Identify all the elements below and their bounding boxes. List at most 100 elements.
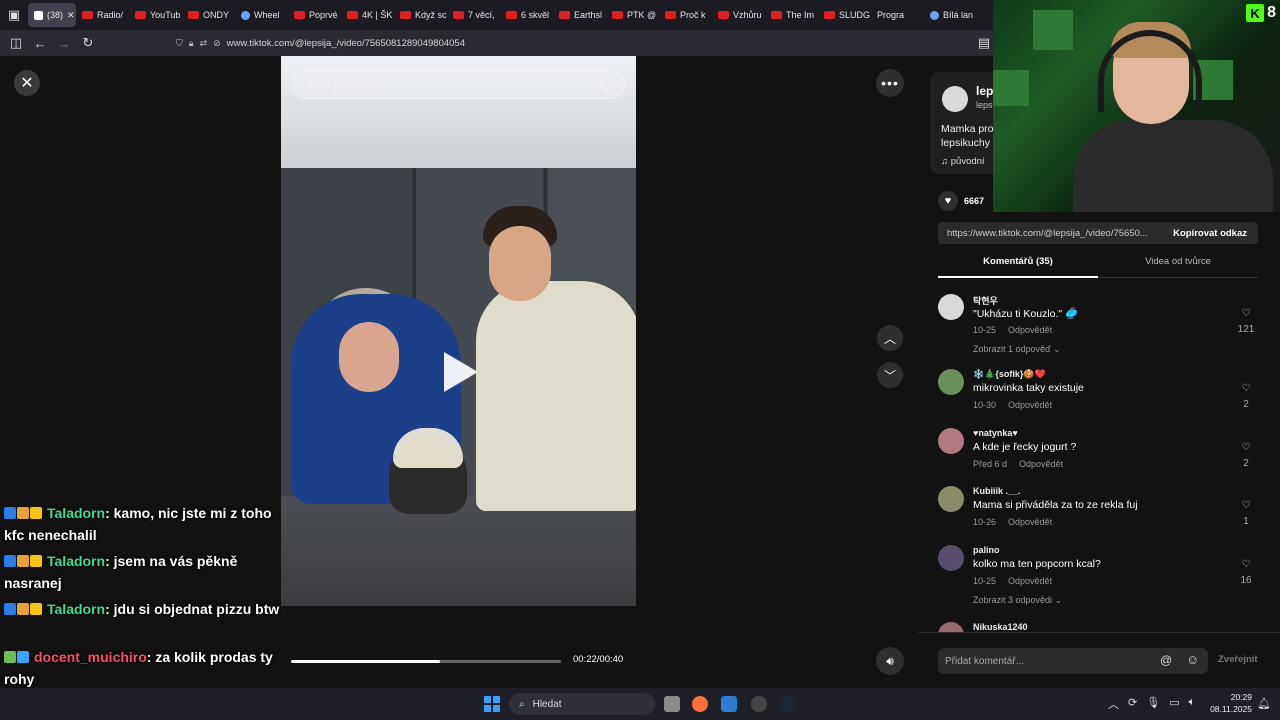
comment-username[interactable]: ❄️🎄{sofik}🍪❤️	[973, 369, 1046, 380]
taskbar-search[interactable]: ⌕ Hledat	[509, 693, 655, 715]
steam-icon[interactable]	[780, 696, 796, 712]
sync-icon[interactable]: ⟳	[1128, 696, 1137, 712]
commenter-avatar[interactable]	[938, 545, 964, 571]
browser-tab[interactable]: 6 skvěl	[500, 3, 553, 27]
comment-username[interactable]: palino	[973, 545, 1000, 555]
view-replies-button[interactable]: Zobrazit 3 odpovědi ⌄	[973, 595, 1062, 606]
browser-tab[interactable]: Wheel	[235, 3, 288, 27]
chat-username[interactable]: docent_muichiro	[34, 649, 147, 665]
taskbar-search-label: Hledat	[532, 698, 562, 710]
browser-tab[interactable]: (38) ✕	[28, 3, 76, 27]
chat-username[interactable]: Taladorn	[47, 553, 105, 569]
tab-list-icon[interactable]: ▣	[0, 0, 28, 30]
browser-tab[interactable]: YouTub	[129, 3, 182, 27]
close-tab-icon[interactable]: ✕	[67, 10, 75, 21]
description-line[interactable]: lepsikuchy	[941, 136, 994, 150]
comment-username[interactable]: 탁현우	[973, 294, 998, 307]
browser-tab[interactable]: Poprvé	[288, 3, 341, 27]
chat-username[interactable]: Taladorn	[47, 505, 105, 521]
comment-like-count: 16	[1240, 575, 1252, 586]
video-player[interactable]: Najdi podobný obsah 00:22/00:40	[281, 56, 636, 688]
progress-fill	[291, 660, 440, 663]
sound-link[interactable]: ♫ původní	[941, 156, 985, 167]
browser-tab[interactable]: SLUDG	[818, 3, 871, 27]
mention-icon[interactable]: @	[1160, 653, 1172, 667]
address-bar[interactable]: ⛉ 🔒︎ ⇄ ⊘ www.tiktok.com/@lepsija_/video/…	[176, 32, 996, 54]
chat-badge-icon	[4, 555, 16, 567]
comment-like-icon[interactable]: ♡	[1234, 383, 1258, 394]
forward-button[interactable]: →	[52, 31, 76, 55]
reply-button[interactable]: Odpovědět	[1019, 459, 1063, 469]
chat-badge-icon	[4, 651, 16, 663]
author-avatar[interactable]	[942, 86, 968, 112]
post-button[interactable]: Zveřejnit	[1218, 654, 1258, 665]
reply-button[interactable]: Odpovědět	[1008, 400, 1052, 410]
task-view-icon[interactable]	[664, 696, 680, 712]
progress-bar[interactable]	[291, 660, 561, 663]
play-icon[interactable]	[444, 352, 478, 392]
browser-tab[interactable]: Vzhůru	[712, 3, 765, 27]
search-icon: ⌕	[519, 698, 525, 710]
chat-username[interactable]: Taladorn	[47, 601, 105, 617]
emoji-icon[interactable]: ☺	[1186, 652, 1199, 667]
search-icon[interactable]	[601, 78, 613, 90]
browser-tab[interactable]: 4K | ŠK	[341, 3, 394, 27]
copy-link-button[interactable]: Kopírovat odkaz	[1162, 222, 1258, 244]
firefox-icon[interactable]	[692, 696, 708, 712]
kick-logo: K 8	[1246, 4, 1276, 22]
reply-button[interactable]: Odpovědět	[1008, 576, 1052, 586]
notification-icon[interactable]: 🔔︎	[1257, 697, 1271, 710]
back-button[interactable]: ←	[28, 31, 52, 55]
reply-button[interactable]: Odpovědět	[1008, 325, 1052, 335]
microphone-icon[interactable]: 🎙︎	[1146, 696, 1160, 712]
comment-like-icon[interactable]: ♡	[1234, 500, 1258, 511]
browser-tab-label: 4K | ŠK	[362, 10, 393, 20]
comment-username[interactable]: Kubiiik .__.	[973, 486, 1021, 496]
network-icon[interactable]: ▭	[1169, 696, 1179, 712]
youtube-icon	[347, 11, 358, 19]
browser-tab[interactable]: Proč k	[659, 3, 712, 27]
browser-tab[interactable]: Když sc	[394, 3, 447, 27]
previous-video-button[interactable]: ︿	[877, 325, 903, 351]
author-name[interactable]: lep	[976, 84, 993, 98]
commenter-avatar[interactable]	[938, 486, 964, 512]
obs-icon[interactable]	[751, 696, 767, 712]
browser-tab[interactable]: Earthsl	[553, 3, 606, 27]
comment-like-icon[interactable]: ♡	[1234, 442, 1258, 453]
sidebar-toggle-icon[interactable]: ◫	[4, 31, 28, 55]
speaker-icon[interactable]: 🔈︎	[1189, 696, 1196, 712]
youtube-icon	[771, 11, 782, 19]
commenter-avatar[interactable]	[938, 369, 964, 395]
tab-comments[interactable]: Komentářů (35)	[938, 256, 1098, 267]
commenter-avatar[interactable]	[938, 428, 964, 454]
similar-content-search[interactable]: Najdi podobný obsah	[292, 70, 625, 99]
reload-button[interactable]: ↻	[76, 31, 100, 55]
heart-icon[interactable]: ♥	[938, 191, 958, 211]
browser-tab[interactable]: Radio/	[76, 3, 129, 27]
browser-tab[interactable]: Bílá lan	[924, 3, 977, 27]
browser-tab[interactable]: ONDY	[182, 3, 235, 27]
commenter-avatar[interactable]	[938, 294, 964, 320]
browser-tab[interactable]: Progra	[871, 3, 924, 27]
youtube-icon	[400, 11, 411, 19]
close-button[interactable]: ✕	[14, 70, 40, 96]
more-options-button[interactable]: •••	[876, 69, 904, 97]
tray-chevron-icon[interactable]: ︿	[1108, 696, 1119, 712]
browser-tab[interactable]: 7 věcí,	[447, 3, 500, 27]
app-icon[interactable]	[721, 696, 737, 712]
comment-username[interactable]: ♥natynka♥	[973, 428, 1018, 438]
browser-tab[interactable]: The Im	[765, 3, 818, 27]
comment-like-icon[interactable]: ♡	[1234, 308, 1258, 319]
browser-tab[interactable]: PTK @	[606, 3, 659, 27]
start-button[interactable]	[484, 696, 500, 712]
clock[interactable]: 20:29 08.11.2025	[1208, 691, 1252, 715]
reply-button[interactable]: Odpovědět	[1008, 517, 1052, 527]
view-replies-button[interactable]: Zobrazit 1 odpověď ⌄	[973, 344, 1061, 355]
comment-like-icon[interactable]: ♡	[1234, 559, 1258, 570]
volume-button[interactable]: 🔊︎	[876, 647, 904, 675]
tab-creator-videos[interactable]: Videa od tvůrce	[1098, 256, 1258, 267]
comment-text: Mama si přiváděla za to ze rekla fuj	[973, 499, 1138, 511]
comment-username[interactable]: Nikuska1240	[973, 622, 1028, 632]
comment-meta: 10-25 Odpovědět	[973, 576, 1052, 586]
next-video-button[interactable]: ﹀	[877, 362, 903, 388]
